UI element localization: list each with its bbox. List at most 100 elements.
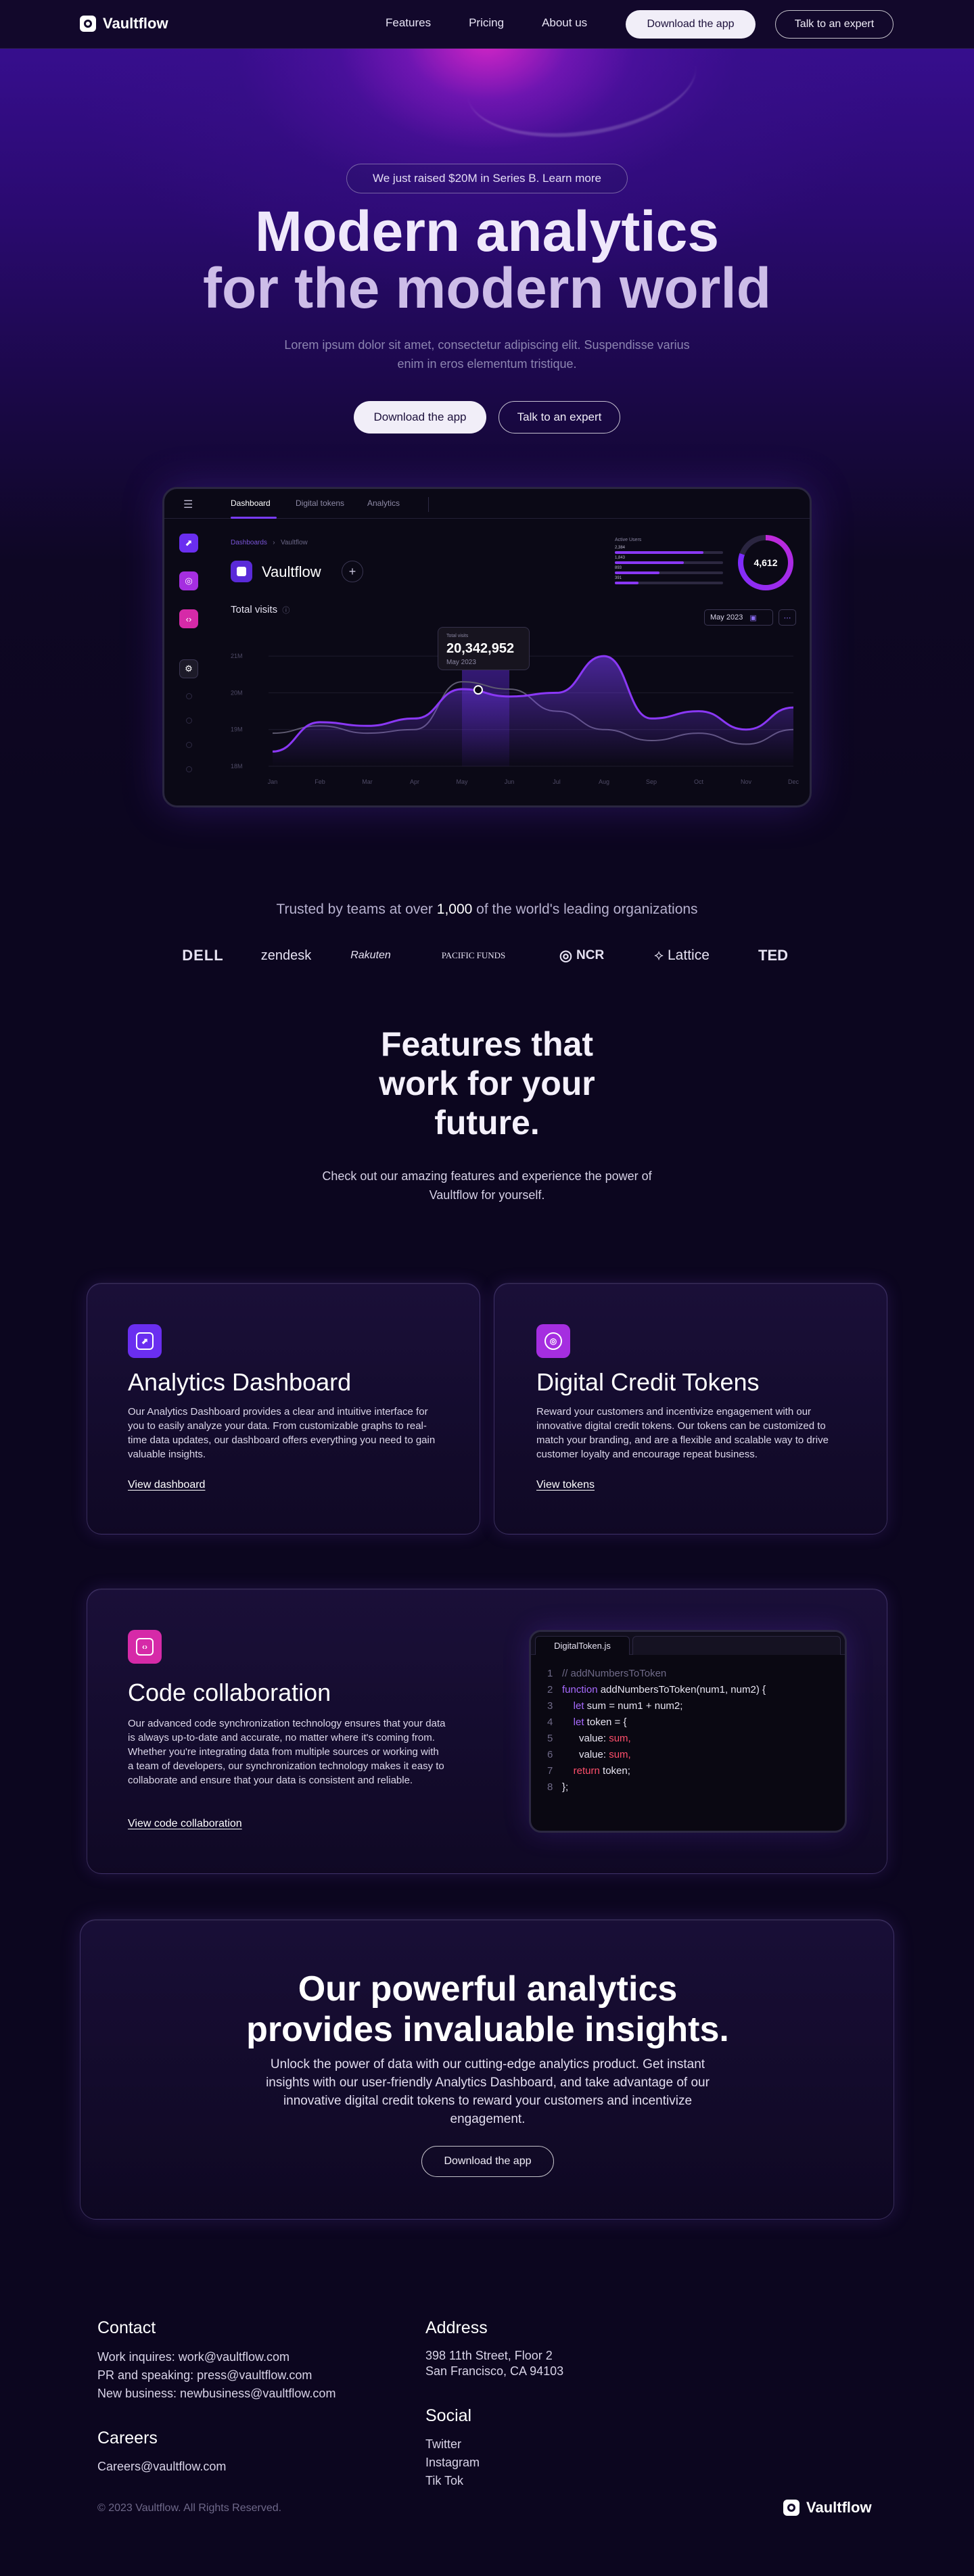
features-title: Features that work for your future. bbox=[379, 1025, 595, 1142]
vaultflow-logo-icon bbox=[783, 2500, 799, 2516]
x-tick-label: Sep bbox=[646, 778, 657, 785]
footer-logo[interactable]: Vaultflow bbox=[783, 2499, 872, 2516]
top-nav: Vaultflow Features Pricing About us Down… bbox=[0, 0, 974, 49]
code-token: value: bbox=[562, 1733, 609, 1744]
line-number: 5 bbox=[547, 1733, 553, 1744]
nav-link-pricing[interactable]: Pricing bbox=[469, 16, 504, 30]
announcement-pill[interactable]: We just raised $20M in Series B. Learn m… bbox=[346, 164, 628, 193]
view-dashboard-link[interactable]: View dashboard bbox=[128, 1479, 205, 1491]
footer-contact-list: Work inquires: work@vaultflow.com PR and… bbox=[97, 2348, 335, 2403]
code-token: value: bbox=[562, 1749, 609, 1760]
stat-row-label: 1,843 bbox=[615, 556, 626, 560]
code-token: addNumbersToToken(num1, num2) { bbox=[597, 1684, 766, 1695]
x-tick-label: Jul bbox=[553, 778, 561, 785]
code-token: return bbox=[562, 1765, 600, 1777]
x-tick-label: Dec bbox=[788, 778, 799, 785]
cta-text: Unlock the power of data with our cuttin… bbox=[266, 2057, 710, 2126]
code-token: sum, bbox=[609, 1749, 631, 1760]
nav-download-button[interactable]: Download the app bbox=[626, 10, 756, 39]
editor-tab-empty bbox=[632, 1636, 841, 1655]
code-line: 4 let token = { bbox=[547, 1714, 766, 1731]
footer-careers-heading: Careers bbox=[97, 2429, 158, 2448]
analytics-icon: ⬈ bbox=[128, 1324, 162, 1358]
line-number: 3 bbox=[547, 1700, 553, 1712]
x-tick-label: Feb bbox=[315, 778, 325, 785]
x-tick-label: Jan bbox=[268, 778, 278, 785]
footer-careers-email[interactable]: Careers@vaultflow.com bbox=[97, 2458, 226, 2476]
trusted-suffix: of the world's leading organizations bbox=[476, 901, 698, 917]
nav-links: Features Pricing About us bbox=[386, 16, 587, 30]
code-token: let bbox=[562, 1700, 584, 1712]
footer-social-list: Twitter Instagram Tik Tok bbox=[425, 2435, 480, 2490]
ncr-logo: ◎ NCR bbox=[559, 947, 605, 964]
x-tick-label: Oct bbox=[694, 778, 704, 785]
lattice-logo: ⟡ Lattice bbox=[654, 947, 710, 963]
hero-download-button[interactable]: Download the app bbox=[354, 401, 486, 434]
footer-social-twitter[interactable]: Twitter bbox=[425, 2435, 480, 2454]
tooltip-value: 20,342,952 bbox=[446, 641, 515, 656]
line-number: 1 bbox=[547, 1668, 553, 1679]
feature-card-title: Digital Credit Tokens bbox=[536, 1368, 760, 1396]
code-line: 8}; bbox=[547, 1779, 766, 1796]
stat-row-fill bbox=[615, 582, 639, 584]
ted-logo: TED bbox=[758, 947, 788, 964]
nav-logo[interactable]: Vaultflow bbox=[80, 15, 168, 32]
stat-row-fill bbox=[615, 571, 659, 574]
hero-title-line1: Modern analytics bbox=[254, 200, 720, 263]
code-editor-preview: DigitalToken.js 1 // addNumbersToToken 2 fu… bbox=[529, 1630, 847, 1833]
footer-contact-heading: Contact bbox=[97, 2318, 156, 2337]
stat-row-label: 893 bbox=[615, 566, 622, 570]
vaultflow-logo-icon bbox=[80, 16, 96, 32]
line-number: 6 bbox=[547, 1749, 553, 1760]
stat-row: 391 bbox=[615, 576, 734, 586]
nav-link-about[interactable]: About us bbox=[542, 16, 587, 30]
chart-tooltip: Total visits 20,342,952 May 2023 bbox=[438, 627, 530, 670]
tooltip-date: May 2023 bbox=[446, 659, 476, 666]
footer-address-heading: Address bbox=[425, 2318, 488, 2337]
stat-row-fill bbox=[615, 561, 685, 564]
line-number: 4 bbox=[547, 1716, 553, 1728]
code-line: 7 return token; bbox=[547, 1763, 766, 1779]
features-subtitle: Check out our amazing features and exper… bbox=[322, 1169, 652, 1202]
footer-contact-business[interactable]: New business: newbusiness@vaultflow.com bbox=[97, 2385, 335, 2403]
x-tick-label: May bbox=[456, 778, 468, 785]
code-line: 2 function addNumbersToToken(num1, num2) … bbox=[547, 1682, 766, 1698]
line-number: 7 bbox=[547, 1765, 553, 1777]
rakuten-logo: Rakuten bbox=[350, 950, 391, 961]
stat-row: 1,843 bbox=[615, 556, 734, 565]
view-code-link[interactable]: View code collaboration bbox=[128, 1818, 242, 1830]
x-tick-label: Nov bbox=[741, 778, 752, 785]
feature-card-text: Our Analytics Dashboard provides a clear… bbox=[128, 1406, 436, 1460]
cta-section: Our powerful analytics provides invaluab… bbox=[80, 1919, 894, 2220]
footer-social-instagram[interactable]: Instagram bbox=[425, 2454, 480, 2472]
y-tick-label: 20M bbox=[231, 689, 243, 696]
trusted-prefix: Trusted by teams at over bbox=[276, 901, 433, 917]
y-tick-label: 21M bbox=[231, 653, 243, 659]
x-tick-label: Aug bbox=[599, 778, 609, 785]
hero-title-line2: for the modern world bbox=[203, 256, 771, 320]
stat-row-label: 2,384 bbox=[615, 546, 626, 550]
token-icon: ◎ bbox=[536, 1324, 570, 1358]
pacific-funds-logo: PACIFIC FUNDS bbox=[441, 950, 506, 960]
x-tick-label: Jun bbox=[505, 778, 515, 785]
dell-logo: DELL bbox=[182, 947, 224, 964]
trusted-count: 1,000 bbox=[436, 901, 473, 917]
tooltip-label: Total visits bbox=[446, 634, 469, 638]
footer-contact-work[interactable]: Work inquires: work@vaultflow.com bbox=[97, 2348, 335, 2366]
line-number: 8 bbox=[547, 1781, 553, 1793]
feature-card-tokens: ◎ Digital Credit Tokens Reward your cust… bbox=[494, 1283, 887, 1535]
feature-card-title: Code collaboration bbox=[128, 1679, 331, 1706]
series-area-primary bbox=[273, 656, 793, 766]
footer-social-tiktok[interactable]: Tik Tok bbox=[425, 2472, 480, 2490]
hero-talk-button[interactable]: Talk to an expert bbox=[498, 401, 620, 434]
editor-tab[interactable]: DigitalToken.js bbox=[535, 1636, 630, 1655]
nav-talk-button[interactable]: Talk to an expert bbox=[775, 10, 894, 39]
stat-row-fill bbox=[615, 551, 704, 554]
hero-subtitle: Lorem ipsum dolor sit amet, consectetur … bbox=[284, 338, 690, 371]
view-tokens-link[interactable]: View tokens bbox=[536, 1479, 595, 1491]
nav-link-features[interactable]: Features bbox=[386, 16, 431, 30]
y-tick-label: 19M bbox=[231, 726, 243, 733]
footer-contact-press[interactable]: PR and speaking: press@vaultflow.com bbox=[97, 2366, 335, 2385]
hero-title: Modern analytics for the modern world bbox=[0, 203, 974, 317]
cta-download-button[interactable]: Download the app bbox=[421, 2146, 554, 2177]
